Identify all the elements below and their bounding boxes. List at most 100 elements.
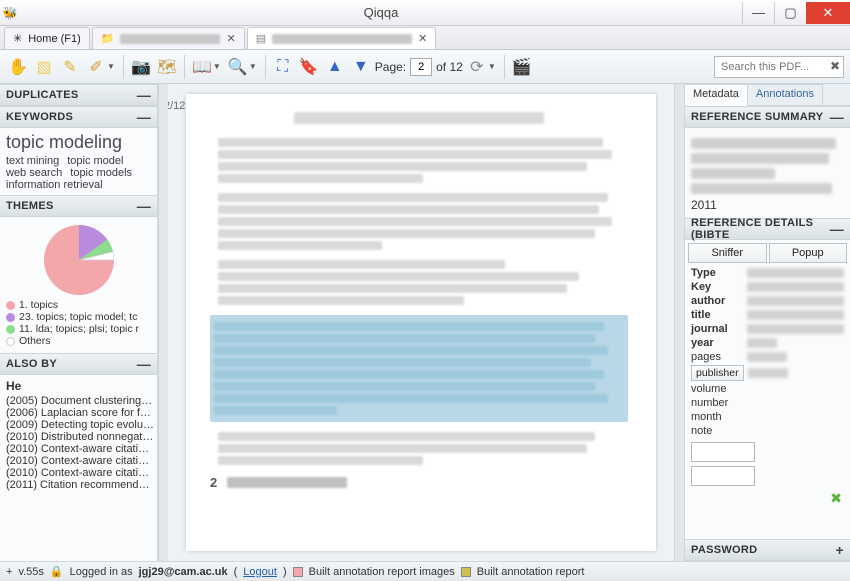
refresh-icon[interactable]: ⟳ (465, 55, 489, 79)
field-value[interactable] (747, 282, 844, 292)
publisher-button[interactable]: publisher (691, 365, 744, 381)
panel-alsoby-body: He (2005) Document clustering using (200… (0, 375, 157, 495)
center-scrollbar[interactable] (674, 84, 684, 561)
fit-screen-icon[interactable]: ⛶ (271, 55, 295, 79)
delete-icon[interactable]: ✖ (830, 490, 842, 507)
alsoby-author: He (6, 379, 151, 395)
themes-pie-chart (0, 217, 157, 299)
dropdown-icon[interactable]: ▼ (213, 62, 221, 71)
note-textbox[interactable] (691, 466, 755, 486)
arrow-up-icon[interactable]: ▲ (323, 55, 347, 79)
legend-item[interactable]: 11. lda; topics; plsi; topic r (6, 323, 151, 335)
field-value[interactable] (747, 268, 844, 278)
close-button[interactable]: ✕ (806, 2, 850, 24)
section-heading: 2 (210, 475, 628, 490)
field-value[interactable] (747, 352, 787, 362)
plus-icon[interactable]: + (6, 566, 12, 578)
highlight-icon[interactable]: ✎ (58, 55, 82, 79)
close-icon[interactable]: ✕ (226, 32, 235, 45)
alsoby-ref[interactable]: (2010) Distributed nonnegative m (6, 431, 154, 443)
panel-title: DUPLICATES (6, 89, 78, 101)
hand-tool-icon[interactable]: ✋ (6, 55, 30, 79)
tab-document[interactable]: ▤ ✕ (247, 27, 437, 49)
alsoby-ref[interactable]: (2006) Laplacian score for feature (6, 407, 154, 419)
collapse-icon[interactable]: — (830, 221, 844, 237)
tab-annotations[interactable]: Annotations (748, 84, 823, 105)
alsoby-ref[interactable]: (2010) Context-aware citation rec (6, 455, 154, 467)
alsoby-ref[interactable]: (2005) Document clustering using (6, 395, 154, 407)
left-scrollbar[interactable] (158, 84, 168, 561)
collapse-icon[interactable]: — (137, 109, 151, 125)
collapse-icon[interactable]: — (137, 356, 151, 372)
keyword[interactable]: topic models (70, 167, 132, 179)
panel-duplicates-header[interactable]: DUPLICATES — (0, 84, 157, 106)
close-icon[interactable]: ✕ (418, 32, 427, 45)
map-icon[interactable]: 🗺 (155, 55, 179, 79)
sniffer-button[interactable]: Sniffer (688, 243, 767, 263)
login-prefix: Logged in as (70, 566, 133, 578)
blur-heading (294, 112, 545, 124)
tab-home[interactable]: ✳ Home (F1) (4, 27, 90, 49)
legend-item[interactable]: Others (6, 335, 151, 347)
keyword[interactable]: topic model (67, 155, 123, 167)
reference-details-body: Sniffer Popup Type Key author title jour… (685, 240, 850, 490)
panel-title: REFERENCE SUMMARY (691, 111, 823, 123)
arrow-down-icon[interactable]: ▼ (349, 55, 373, 79)
dropdown-icon[interactable]: ▼ (249, 62, 257, 71)
tab-metadata[interactable]: Metadata (685, 84, 748, 106)
collapse-icon[interactable]: — (137, 87, 151, 103)
note-textbox[interactable] (691, 442, 755, 462)
logout-link[interactable]: Logout (243, 566, 277, 578)
alsoby-ref[interactable]: (2010) Context-aware citation rec (6, 443, 154, 455)
alsoby-ref[interactable]: (2011) Citation recommendation (6, 479, 154, 491)
document-viewer: 2/12 (168, 84, 674, 561)
popup-button[interactable]: Popup (769, 243, 848, 263)
book-open-icon[interactable]: 📖 (190, 55, 214, 79)
slideshow-icon[interactable]: 🎬 (510, 55, 534, 79)
field-value[interactable] (747, 324, 844, 334)
field-value[interactable] (747, 310, 844, 320)
panel-title: KEYWORDS (6, 111, 73, 123)
page-total: of 12 (436, 60, 463, 74)
pdf-page[interactable]: 2/12 (186, 94, 656, 551)
panel-refdetails-header[interactable]: REFERENCE DETAILS (BIBTE — (685, 218, 850, 240)
pen-icon[interactable]: ✐ (84, 55, 108, 79)
alsoby-ref[interactable]: (2009) Detecting topic evolution (6, 419, 154, 431)
dropdown-icon[interactable]: ▼ (107, 62, 115, 71)
panel-refsummary-header[interactable]: REFERENCE SUMMARY — (685, 106, 850, 128)
camera-icon[interactable]: 📷 (129, 55, 153, 79)
tab-library[interactable]: 📁 ✕ (92, 27, 245, 49)
expand-icon[interactable]: + (836, 542, 844, 558)
dropdown-icon[interactable]: ▼ (488, 62, 496, 71)
legend-item[interactable]: 23. topics; topic model; tc (6, 311, 151, 323)
keyword[interactable]: web search (6, 167, 62, 179)
bookmark-icon[interactable]: 🔖 (297, 55, 321, 79)
legend-item[interactable]: 1. topics (6, 299, 151, 311)
search-input[interactable] (714, 56, 844, 78)
clear-icon[interactable]: ✖ (830, 59, 840, 73)
minimize-button[interactable]: — (742, 2, 774, 24)
field-label-pages: pages (691, 351, 743, 363)
sticky-note-icon[interactable]: ▧ (32, 55, 56, 79)
field-value[interactable] (747, 296, 844, 306)
field-value[interactable] (747, 338, 777, 348)
highlighted-region[interactable] (210, 315, 628, 422)
window-title: Qiqqa (20, 5, 742, 20)
keyword-main[interactable]: topic modeling (6, 132, 151, 155)
panel-themes-header[interactable]: THEMES — (0, 195, 157, 217)
maximize-button[interactable]: ▢ (774, 2, 806, 24)
zoom-icon[interactable]: 🔍 (226, 55, 250, 79)
panel-password-header[interactable]: PASSWORD + (685, 539, 850, 561)
home-icon: ✳ (13, 32, 22, 45)
collapse-icon[interactable]: — (830, 109, 844, 125)
collapse-icon[interactable]: — (137, 198, 151, 214)
alsoby-ref[interactable]: (2010) Context-aware citation rec (6, 467, 154, 479)
keyword[interactable]: information retrieval (6, 179, 103, 191)
field-value[interactable] (748, 368, 788, 378)
page-number-label: 2/12 (168, 100, 185, 112)
page-input[interactable] (410, 58, 432, 76)
field-label-type: Type (691, 267, 743, 279)
panel-keywords-header[interactable]: KEYWORDS — (0, 106, 157, 128)
panel-alsoby-header[interactable]: ALSO BY — (0, 353, 157, 375)
keyword[interactable]: text mining (6, 155, 59, 167)
